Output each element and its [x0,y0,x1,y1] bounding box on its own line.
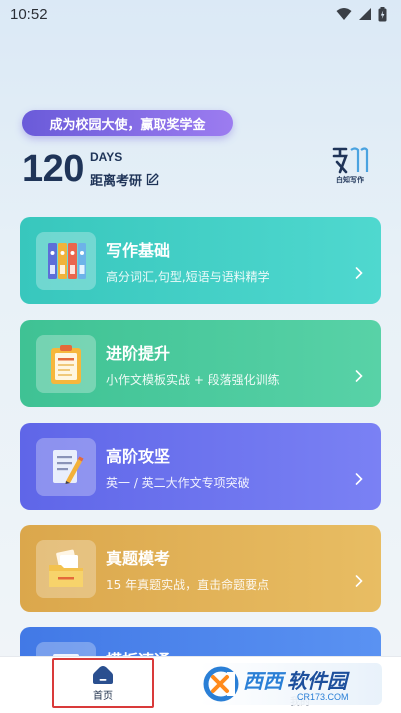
status-time: 10:52 [10,5,48,23]
nav-tab-home[interactable]: 首页 [52,658,154,708]
svg-text:西西: 西西 [243,671,287,693]
svg-text:CR173.COM: CR173.COM [297,692,349,702]
watermark: 西西 软件园 CR173.COM [200,663,382,705]
watermark-logo-icon: 西西 软件园 CR173.COM [203,666,350,702]
status-icons [336,6,387,22]
svg-text:软件园: 软件园 [287,670,350,693]
card-subtitle: 小作文模板实战 + 段落强化训练 [106,373,280,387]
chevron-right-icon [355,473,363,485]
card-subtitle: 15 年真题实战，直击命题要点 [106,578,270,592]
battery-icon [378,6,387,21]
card-writing-basics[interactable]: 写作基础 高分词汇,句型,短语与语料精学 [20,217,381,304]
card-icon-tile [36,335,96,393]
banner-label: 成为校园大使，赢取奖学金 [49,117,206,133]
clipboard-icon [51,345,81,384]
binders-icon [48,243,86,279]
chevron-right-icon [355,267,363,279]
wifi-icon [336,8,352,20]
folder-icon [49,549,83,587]
card-title: 高阶攻坚 [106,447,171,466]
app-logo: 白知写作 [330,146,370,188]
card-icon-tile [36,232,96,290]
chevron-right-icon [355,575,363,587]
logo-mark-icon [332,147,369,174]
status-bar: 10:52 [0,0,401,28]
card-advanced-improvement[interactable]: 进阶提升 小作文模板实战 + 段落强化训练 [20,320,381,407]
chevron-right-icon [355,370,363,382]
card-icon-tile [36,540,96,598]
document-pencil-icon [53,450,84,484]
countdown-label: 距离考研 [90,174,143,189]
countdown-days-number: 120 [22,148,84,190]
card-mock-exam[interactable]: 真题模考 15 年真题实战，直击命题要点 [20,525,381,612]
edit-icon[interactable] [146,173,159,186]
signal-icon [359,8,371,20]
card-title: 写作基础 [106,241,171,260]
card-subtitle: 英一 / 英二大作文专项突破 [106,476,250,490]
card-advanced-challenge[interactable]: 高阶攻坚 英一 / 英二大作文专项突破 [20,423,381,510]
logo-text: 白知写作 [336,176,364,184]
home-icon [93,665,113,684]
countdown-unit: DAYS [90,150,123,164]
card-title: 真题模考 [106,549,171,568]
countdown-label-row[interactable]: 距离考研 [90,170,159,189]
card-icon-tile [36,438,96,496]
ambassador-banner[interactable]: 成为校园大使，赢取奖学金 [22,110,233,136]
nav-home-label: 首页 [93,690,113,702]
card-title: 进阶提升 [106,344,171,363]
card-subtitle: 高分词汇,句型,短语与语料精学 [106,270,270,284]
